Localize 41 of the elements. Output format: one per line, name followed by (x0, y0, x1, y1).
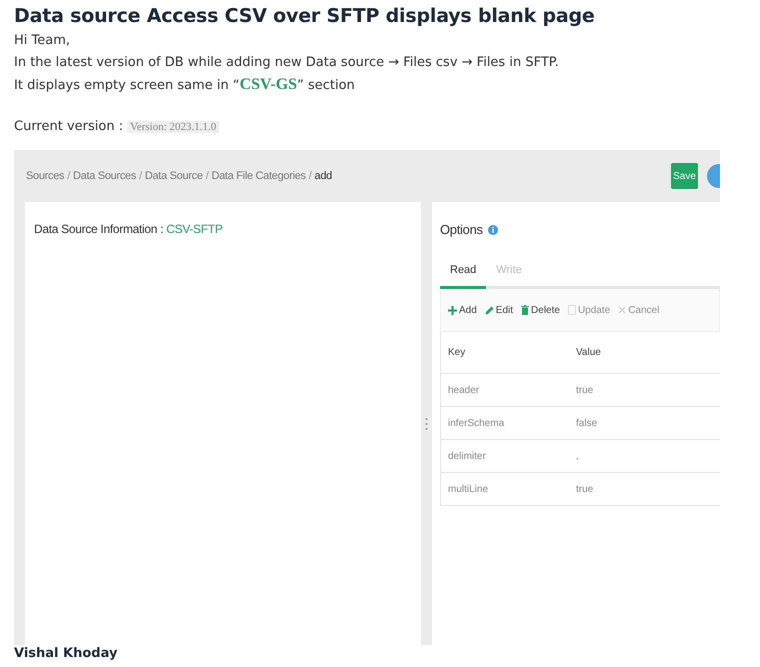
close-icon (618, 306, 626, 314)
table-cell: delimiter (440, 440, 569, 472)
column-header: Value (569, 332, 720, 374)
info-icon[interactable] (488, 224, 498, 234)
info-value: CSV-SFTP (166, 222, 223, 236)
resize-handle[interactable] (425, 416, 428, 430)
post-title: Data source Access CSV over SFTP displays blank page (14, 5, 596, 27)
author-name: Vishal Khoday (14, 646, 118, 661)
pencil-icon (484, 306, 494, 314)
toolbar-button[interactable]: Add (448, 304, 477, 316)
tab[interactable]: Write (486, 255, 532, 289)
table-cell: true (569, 472, 720, 506)
info-label: Data Source Information : (34, 222, 164, 236)
breadcrumb-link[interactable]: Data Source (144, 170, 203, 182)
paragraph: In the latest version of DB while adding new Data source → Files csv → Files in SFTP. (14, 54, 560, 72)
paragraph: Hi Team, (14, 32, 72, 50)
save-button[interactable]: Save (671, 163, 698, 189)
version-text: Version: 2023.1.1.0 (127, 120, 220, 132)
save-icon (568, 305, 576, 315)
table-cell: multiLine (440, 472, 569, 506)
table-cell: false (569, 406, 720, 440)
trash-icon (521, 305, 530, 315)
version-label: Current version : (14, 119, 124, 134)
table-cell: header (440, 374, 569, 406)
breadcrumb-separator: / (206, 170, 208, 182)
toolbar-button[interactable]: Edit (484, 304, 514, 316)
options-title: Options (440, 222, 483, 237)
toolbar-button[interactable]: Delete (521, 304, 560, 316)
plus-icon (448, 306, 457, 314)
paragraph: It displays empty screen same in “CSV-GS” section (14, 75, 356, 95)
breadcrumb-link[interactable]: add (314, 170, 332, 182)
breadcrumb-separator: / (67, 170, 70, 182)
table-cell: , (569, 440, 720, 472)
table-cell: true (569, 374, 720, 406)
breadcrumb-separator: / (139, 170, 142, 182)
breadcrumb-separator: / (308, 170, 312, 182)
breadcrumb-link[interactable]: Sources (26, 170, 64, 182)
table-cell: inferSchema (440, 406, 569, 440)
column-header: Key (440, 332, 569, 374)
breadcrumb-link[interactable]: Data Sources (73, 170, 136, 182)
breadcrumb-link[interactable]: Data File Categories (211, 170, 306, 182)
